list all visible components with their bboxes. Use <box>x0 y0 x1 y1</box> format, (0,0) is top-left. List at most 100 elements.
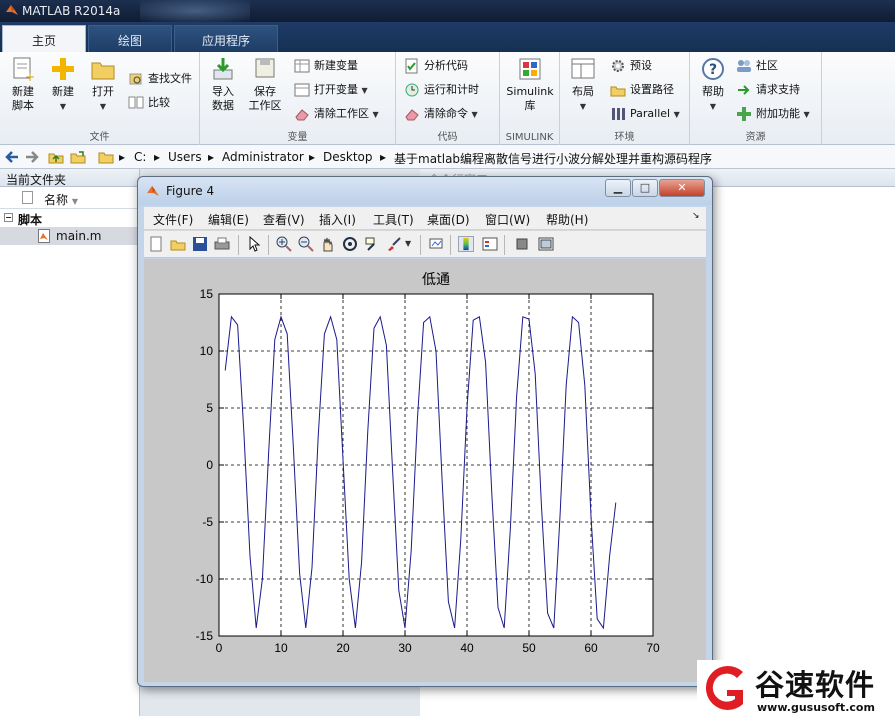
addons-label: 附加功能 <box>756 107 800 120</box>
tab-home-label: 主页 <box>31 34 56 48</box>
import-data-button[interactable]: 导入 数据 <box>202 56 244 113</box>
colorbar-icon[interactable] <box>458 236 474 252</box>
clear-workspace-button[interactable]: 清除工作区 ▼ <box>294 105 379 123</box>
close-button[interactable]: ✕ <box>659 179 705 197</box>
line-chart[interactable]: 0 10 20 30 40 50 60 70 -15 -10 -5 0 5 10 15 低通 <box>144 259 706 682</box>
save-icon[interactable] <box>192 236 208 252</box>
crumb-administrator[interactable]: Administrator <box>222 150 304 164</box>
menu-edit[interactable]: 编辑(E) <box>208 211 249 228</box>
set-path-button[interactable]: 设置路径 <box>610 81 674 99</box>
name-column-header[interactable]: 名称 ▼ <box>0 187 139 209</box>
address-bar: ▸ C: ▸ Users ▸ Administrator ▸ Desktop ▸… <box>0 145 895 169</box>
show-plot-tools-icon[interactable] <box>538 236 554 252</box>
tab-plots[interactable]: 绘图 <box>88 25 172 52</box>
crumb-separator-icon: ▸ <box>154 150 161 164</box>
new-script-label-2: 脚本 <box>12 99 34 112</box>
zoom-out-icon[interactable] <box>298 236 314 252</box>
crumb-project-folder[interactable]: 基于matlab编程离散信号进行小波分解处理并重构源码程序 <box>394 150 712 167</box>
layout-button[interactable]: 布局 ▼ <box>562 56 604 114</box>
crumb-separator-icon: ▸ <box>208 150 215 164</box>
analyze-code-button[interactable]: 分析代码 <box>404 57 468 75</box>
clear-commands-button[interactable]: 清除命令 ▼ <box>404 105 478 123</box>
pointer-icon[interactable] <box>246 236 262 252</box>
save-workspace-button[interactable]: 保存 工作区 <box>244 56 286 113</box>
preferences-button[interactable]: 预设 <box>610 57 652 75</box>
menu-help[interactable]: 帮助(H) <box>546 211 588 228</box>
tab-apps[interactable]: 应用程序 <box>174 25 278 52</box>
addons-button[interactable]: 附加功能 ▼ <box>736 105 810 123</box>
figure-title: Figure 4 <box>166 184 215 198</box>
group-scripts[interactable]: − 脚本 <box>0 209 139 227</box>
figure-canvas[interactable]: 0 10 20 30 40 50 60 70 -15 -10 -5 0 5 10 15 低通 <box>144 259 706 682</box>
menu-view[interactable]: 查看(V) <box>263 211 305 228</box>
open-file-icon[interactable] <box>170 236 186 252</box>
help-button[interactable]: ? 帮助 ▼ <box>692 56 734 114</box>
brush-icon[interactable] <box>386 236 402 252</box>
import-data-label-1: 导入 <box>212 85 234 98</box>
find-files-button[interactable]: 查找文件 <box>128 70 192 88</box>
menu-file[interactable]: 文件(F) <box>153 211 193 228</box>
forward-arrow-icon[interactable] <box>24 149 40 165</box>
analyze-code-icon <box>405 58 418 74</box>
menu-tools[interactable]: 工具(T) <box>373 211 414 228</box>
maximize-button[interactable]: □ <box>632 179 658 197</box>
brush-dropdown-icon[interactable]: ▼ <box>405 239 411 248</box>
plus-icon <box>52 58 74 80</box>
print-icon[interactable] <box>214 236 230 252</box>
legend-icon[interactable] <box>482 236 498 252</box>
collapse-icon[interactable]: − <box>4 213 13 222</box>
pan-icon[interactable] <box>320 236 336 252</box>
crumb-drive[interactable]: C: <box>134 150 146 164</box>
new-button[interactable]: 新建 ▼ <box>42 56 84 114</box>
ribbon-group-resources: ? 帮助 ▼ 社区 请求支持 附加功能 ▼ 资源 <box>690 52 822 145</box>
menu-desktop[interactable]: 桌面(D) <box>427 211 470 228</box>
back-arrow-icon[interactable] <box>4 149 20 165</box>
zoom-in-icon[interactable] <box>276 236 292 252</box>
parallel-button[interactable]: Parallel ▼ <box>610 105 680 123</box>
new-script-button[interactable]: + 新建 脚本 <box>2 56 44 113</box>
crumb-desktop[interactable]: Desktop <box>323 150 373 164</box>
data-cursor-icon[interactable] <box>364 236 380 252</box>
new-variable-button[interactable]: 新建变量 <box>294 57 358 75</box>
rotate-icon[interactable] <box>342 236 358 252</box>
preferences-label: 预设 <box>630 59 652 72</box>
maximize-icon: □ <box>639 181 651 194</box>
open-variable-icon <box>294 83 310 97</box>
up-folder-icon[interactable] <box>48 149 64 165</box>
open-button[interactable]: 打开 ▼ <box>82 56 124 114</box>
new-figure-icon[interactable] <box>148 236 164 252</box>
save-workspace-label-1: 保存 <box>254 85 276 98</box>
tab-home[interactable]: 主页 <box>2 25 86 52</box>
x-tick-label: 50 <box>522 641 536 655</box>
file-item-main[interactable]: main.m <box>0 227 139 245</box>
crumb-separator-icon: ▸ <box>119 150 126 164</box>
request-support-icon <box>738 85 750 95</box>
x-tick-label: 30 <box>398 641 412 655</box>
community-button[interactable]: 社区 <box>736 57 778 75</box>
figure-title-bar[interactable]: Figure 4 ▁ □ ✕ <box>138 177 712 205</box>
hide-plot-tools-icon[interactable] <box>514 236 530 252</box>
menu-window[interactable]: 窗口(W) <box>485 211 530 228</box>
y-tick-label: -10 <box>196 572 214 586</box>
compare-button[interactable]: 比较 <box>128 94 170 112</box>
browse-folder-icon[interactable] <box>70 149 86 165</box>
new-variable-icon <box>294 59 310 73</box>
help-icon: ? <box>702 58 724 80</box>
open-variable-button[interactable]: 打开变量 ▼ <box>294 81 368 99</box>
menu-dock-arrow-icon[interactable]: ↘ <box>692 211 700 221</box>
figure-menu-bar: 文件(F) 编辑(E) 查看(V) 插入(I) 工具(T) 桌面(D) 窗口(W… <box>144 207 706 229</box>
simulink-library-button[interactable]: Simulink 库 <box>502 56 558 113</box>
minimize-button[interactable]: ▁ <box>605 179 631 197</box>
save-workspace-label-2: 工作区 <box>248 99 282 112</box>
crumb-users[interactable]: Users <box>168 150 202 164</box>
ribbon-group-environment: 布局 ▼ 预设 设置路径 Parallel ▼ 环境 <box>560 52 690 145</box>
layout-label: 布局 <box>572 85 594 98</box>
file-icon <box>22 191 33 204</box>
request-support-button[interactable]: 请求支持 <box>736 81 800 99</box>
run-and-time-button[interactable]: 运行和计时 <box>404 81 479 99</box>
layout-dropdown-icon: ▼ <box>579 102 587 111</box>
window-title: MATLAB R2014a <box>22 4 121 18</box>
figure-window[interactable]: Figure 4 ▁ □ ✕ 文件(F) 编辑(E) 查看(V) 插入(I) 工… <box>137 176 713 687</box>
menu-insert[interactable]: 插入(I) <box>319 211 356 228</box>
link-icon[interactable] <box>428 236 444 252</box>
